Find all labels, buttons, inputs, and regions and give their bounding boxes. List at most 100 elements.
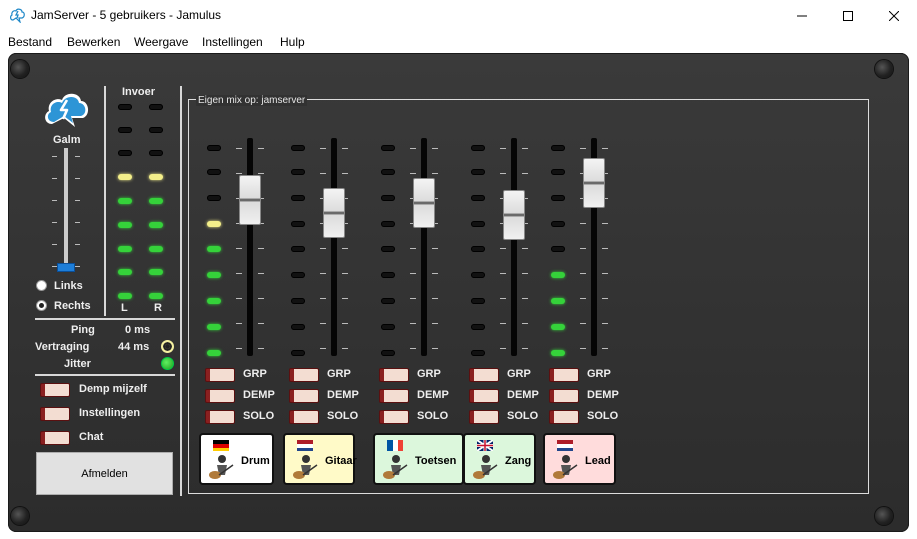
flag-gb-icon bbox=[477, 440, 493, 451]
fader-tick bbox=[432, 298, 438, 299]
fader-tick bbox=[602, 248, 608, 249]
fader-tick bbox=[522, 148, 528, 149]
mute-button[interactable] bbox=[289, 389, 319, 403]
divider bbox=[35, 374, 175, 376]
fader-tick bbox=[320, 323, 326, 324]
settings-toggle[interactable] bbox=[40, 407, 70, 421]
solo-button[interactable] bbox=[469, 410, 499, 424]
fader-tick bbox=[320, 273, 326, 274]
fader-tick bbox=[602, 148, 608, 149]
chat-toggle[interactable] bbox=[40, 431, 70, 445]
channel-led bbox=[551, 221, 565, 227]
channel-led bbox=[551, 195, 565, 201]
grp-button[interactable] bbox=[205, 368, 235, 382]
channel-led bbox=[207, 145, 221, 151]
input-led bbox=[118, 174, 132, 180]
delay-label: Vertraging bbox=[35, 341, 90, 353]
input-led bbox=[118, 222, 132, 228]
mute-button[interactable] bbox=[205, 389, 235, 403]
mute-myself-toggle[interactable] bbox=[40, 383, 70, 397]
instrument-icon bbox=[553, 455, 578, 479]
fader-track[interactable] bbox=[331, 138, 337, 356]
channel-led bbox=[291, 169, 305, 175]
fader-tick bbox=[320, 148, 326, 149]
instrument-icon bbox=[473, 455, 498, 479]
radio-left[interactable] bbox=[36, 280, 47, 291]
channel-name-card[interactable]: Gitaar bbox=[283, 433, 357, 485]
fader-track[interactable] bbox=[247, 138, 253, 356]
fader-handle[interactable] bbox=[413, 178, 435, 228]
maximize-button[interactable] bbox=[825, 0, 871, 31]
ping-value: 0 ms bbox=[125, 324, 151, 336]
fader-tick bbox=[236, 298, 242, 299]
solo-button[interactable] bbox=[379, 410, 409, 424]
reverb-slider-handle[interactable] bbox=[57, 263, 75, 272]
solo-button[interactable] bbox=[289, 410, 319, 424]
mute-button[interactable] bbox=[469, 389, 499, 403]
minimize-icon bbox=[797, 15, 807, 16]
menu-weergave[interactable]: Weergave bbox=[134, 35, 188, 49]
mute-myself-label: Demp mijzelf bbox=[79, 383, 147, 395]
fader-tick bbox=[258, 173, 264, 174]
fader-tick bbox=[236, 323, 242, 324]
logout-button[interactable]: Afmelden bbox=[36, 452, 173, 495]
menu-bestand[interactable]: Bestand bbox=[8, 35, 52, 49]
fader-handle[interactable] bbox=[583, 158, 605, 208]
grp-button[interactable] bbox=[469, 368, 499, 382]
fader-tick bbox=[320, 298, 326, 299]
fader-tick bbox=[342, 148, 348, 149]
flag-fr-icon bbox=[387, 440, 403, 451]
channel-led bbox=[207, 195, 221, 201]
flag-de-icon bbox=[213, 440, 229, 451]
fader-tick bbox=[258, 273, 264, 274]
channel-name-card[interactable]: Lead bbox=[543, 433, 616, 485]
grp-button[interactable] bbox=[549, 368, 579, 382]
fader-handle[interactable] bbox=[503, 190, 525, 240]
mute-button[interactable] bbox=[379, 389, 409, 403]
grp-button[interactable] bbox=[289, 368, 319, 382]
menu-bewerken[interactable]: Bewerken bbox=[67, 35, 120, 49]
fader-handle[interactable] bbox=[323, 188, 345, 238]
solo-button[interactable] bbox=[549, 410, 579, 424]
solo-button-label: SOLO bbox=[417, 410, 449, 422]
channel-name-card[interactable]: Toetsen bbox=[373, 433, 464, 485]
fader-tick bbox=[500, 173, 506, 174]
menu-hulp[interactable]: Hulp bbox=[280, 35, 305, 49]
jamulus-logo-icon bbox=[10, 8, 25, 23]
fader-tick bbox=[236, 248, 242, 249]
solo-button[interactable] bbox=[205, 410, 235, 424]
channel-led bbox=[471, 246, 485, 252]
radio-right[interactable] bbox=[36, 300, 47, 311]
channel-name-card[interactable]: Zang bbox=[463, 433, 536, 485]
channel-led bbox=[471, 350, 485, 356]
solo-button-label: SOLO bbox=[507, 410, 539, 422]
close-button[interactable] bbox=[871, 0, 917, 31]
minimize-button[interactable] bbox=[779, 0, 825, 31]
channel-led bbox=[291, 246, 305, 252]
input-left-label: L bbox=[121, 302, 128, 314]
channel-led bbox=[381, 145, 395, 151]
close-icon bbox=[889, 10, 899, 21]
mute-button[interactable] bbox=[549, 389, 579, 403]
menu-instellingen[interactable]: Instellingen bbox=[202, 35, 263, 49]
fader-tick bbox=[500, 148, 506, 149]
settings-label: Instellingen bbox=[79, 407, 141, 419]
fader-tick bbox=[236, 173, 242, 174]
mute-button-label: DEMP bbox=[587, 389, 619, 401]
fader-handle[interactable] bbox=[239, 175, 261, 225]
fader-track[interactable] bbox=[511, 138, 517, 356]
input-led bbox=[149, 174, 163, 180]
grp-button-label: GRP bbox=[587, 368, 611, 380]
reverb-slider-track[interactable] bbox=[64, 148, 68, 270]
jitter-indicator-icon bbox=[161, 357, 174, 370]
input-led bbox=[149, 150, 163, 156]
grp-button[interactable] bbox=[379, 368, 409, 382]
channel-led bbox=[551, 350, 565, 356]
channel-name-card[interactable]: Drum bbox=[199, 433, 274, 485]
fader-track[interactable] bbox=[421, 138, 427, 356]
fader-tick bbox=[500, 248, 506, 249]
delay-value: 44 ms bbox=[118, 341, 150, 353]
channel-led bbox=[551, 169, 565, 175]
fader-tick bbox=[342, 323, 348, 324]
divider bbox=[180, 86, 182, 496]
